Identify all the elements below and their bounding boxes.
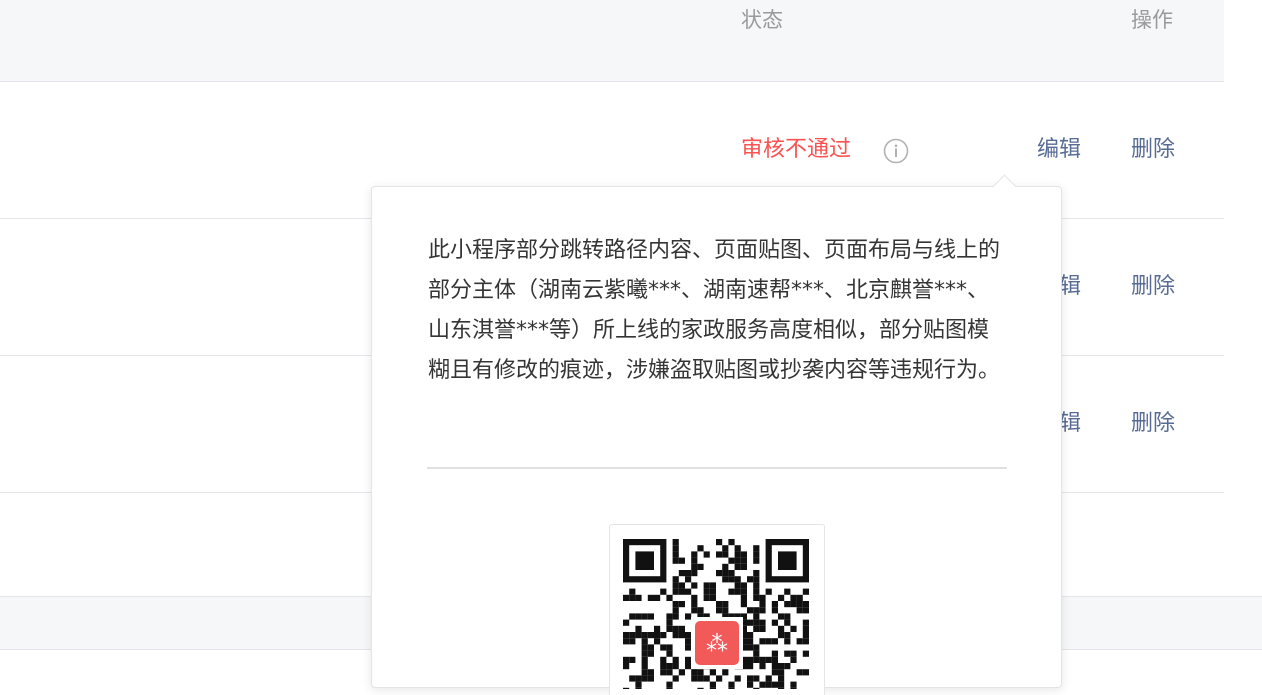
- rejection-reason-popover: 此小程序部分跳转路径内容、页面贴图、页面布局与线上的部分主体（湖南云紫曦***、…: [371, 174, 1062, 695]
- rejection-reason-text: 此小程序部分跳转路径内容、页面贴图、页面布局与线上的部分主体（湖南云紫曦***、…: [428, 238, 1001, 383]
- edit-button[interactable]: 编辑: [1037, 135, 1081, 165]
- delete-button[interactable]: 删除: [1131, 409, 1175, 439]
- status-badge: 审核不通过: [741, 137, 852, 162]
- svg-text:⁂: ⁂: [706, 632, 728, 657]
- delete-button[interactable]: 删除: [1131, 135, 1175, 165]
- header-action: 操作: [1131, 8, 1173, 32]
- qr-code-image: ⁂: [623, 539, 809, 689]
- delete-button[interactable]: 删除: [1131, 272, 1175, 302]
- table-header: 状态 操作: [0, 0, 1224, 82]
- qr-code-frame: ⁂: [609, 524, 825, 695]
- popover-divider: [427, 467, 1007, 469]
- header-status: 状态: [741, 8, 783, 32]
- info-icon[interactable]: [883, 138, 909, 164]
